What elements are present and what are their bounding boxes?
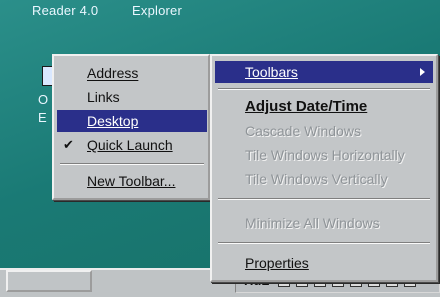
taskbar-button[interactable] xyxy=(6,270,92,292)
menu-item-label: Tile Windows Horizontally xyxy=(245,147,405,163)
menu-item-tile-vertically: Tile Windows Vertically xyxy=(215,168,433,190)
menu-separator xyxy=(218,198,430,200)
submenu-item-label: New Toolbar... xyxy=(87,173,176,189)
submenu-item-label: Links xyxy=(87,89,120,105)
submenu-item-label: Address xyxy=(87,65,139,81)
desktop-icon-clipped-label-1: O xyxy=(38,92,49,107)
menu-item-tile-horizontally: Tile Windows Horizontally xyxy=(215,144,433,166)
menu-item-label: Toolbars xyxy=(245,64,298,80)
menu-item-label: Adjust Date/Time xyxy=(245,98,368,115)
submenu-item-address[interactable]: Address xyxy=(57,62,207,84)
taskbar-context-menu: Toolbars Adjust Date/Time Cascade Window… xyxy=(210,54,438,282)
toolbars-submenu: Address Links Desktop ✔ Quick Launch New… xyxy=(52,54,210,200)
menu-item-label: Properties xyxy=(245,255,309,271)
menu-item-label: Tile Windows Vertically xyxy=(245,171,388,187)
submenu-arrow-icon xyxy=(420,68,425,76)
desktop-icon-reader-label[interactable]: Reader 4.0 xyxy=(32,3,98,18)
menu-item-cascade-windows: Cascade Windows xyxy=(215,120,433,142)
menu-separator xyxy=(60,163,204,165)
menu-item-toolbars[interactable]: Toolbars xyxy=(215,61,433,83)
menu-item-properties[interactable]: Properties xyxy=(215,252,433,274)
submenu-item-desktop[interactable]: Desktop xyxy=(57,110,207,132)
menu-item-label: Minimize All Windows xyxy=(245,215,380,231)
submenu-item-links[interactable]: Links xyxy=(57,86,207,108)
menu-separator xyxy=(218,242,430,244)
submenu-item-new-toolbar[interactable]: New Toolbar... xyxy=(57,170,207,192)
menu-item-minimize-all: Minimize All Windows xyxy=(215,212,433,234)
submenu-item-label: Quick Launch xyxy=(87,137,173,153)
submenu-item-label: Desktop xyxy=(87,113,139,129)
desktop-icon-clipped-label-2: E xyxy=(38,110,47,125)
menu-item-adjust-date-time[interactable]: Adjust Date/Time xyxy=(215,96,433,118)
desktop-icon-explorer-label[interactable]: Explorer xyxy=(132,3,182,18)
submenu-item-quick-launch[interactable]: ✔ Quick Launch xyxy=(57,134,207,156)
menu-item-label: Cascade Windows xyxy=(245,123,361,139)
checkmark-icon: ✔ xyxy=(63,137,74,152)
menu-separator xyxy=(218,88,430,90)
